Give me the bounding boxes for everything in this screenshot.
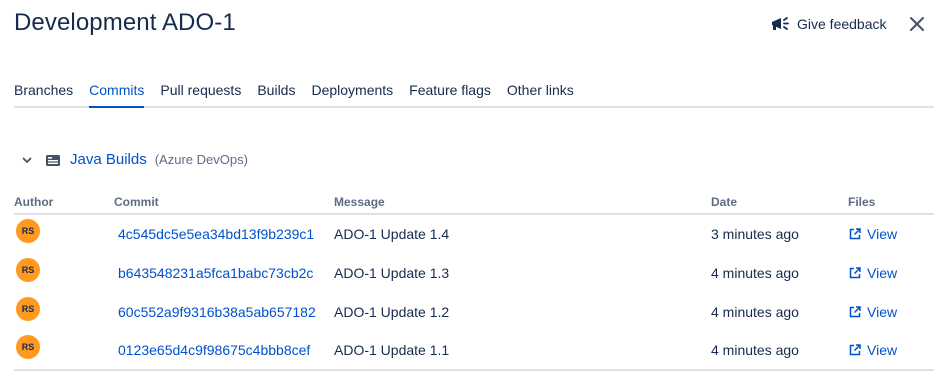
tab-commits[interactable]: Commits — [89, 82, 145, 108]
view-files-link[interactable]: View — [848, 265, 934, 281]
avatar[interactable]: RS — [16, 296, 40, 321]
commit-date: 4 minutes ago — [711, 303, 799, 320]
page-title: Development ADO-1 — [14, 9, 236, 36]
table-row: RS 4c545dc5e5ea34bd13f9b239c1 ADO-1 Upda… — [14, 214, 934, 253]
repository-name-link[interactable]: Java Builds — [70, 151, 147, 168]
give-feedback-label: Give feedback — [797, 16, 887, 32]
table-row: RS 60c552a9f9316b38a5ab657182 ADO-1 Upda… — [14, 292, 934, 331]
commit-hash-link[interactable]: 4c545dc5e5ea34bd13f9b239c1 — [114, 226, 328, 242]
external-link-icon — [849, 228, 861, 240]
commit-date: 4 minutes ago — [711, 264, 799, 281]
tab-deployments[interactable]: Deployments — [311, 82, 393, 106]
view-files-label: View — [867, 226, 898, 242]
column-header-message: Message — [334, 190, 711, 215]
avatar[interactable]: RS — [16, 335, 40, 359]
column-header-date: Date — [711, 190, 848, 215]
repository-host: (Azure DevOps) — [154, 152, 248, 167]
view-files-link[interactable]: View — [848, 304, 934, 320]
table-header-row: Author Commit Message Date Files — [14, 190, 934, 215]
tab-builds[interactable]: Builds — [257, 82, 295, 106]
repository-header: Java Builds (Azure DevOps) — [20, 151, 248, 168]
repository-icon — [44, 152, 62, 168]
commit-hash-link[interactable]: 0123e65d4c9f98675c4bbb8cef — [114, 342, 328, 358]
avatar[interactable]: RS — [16, 219, 40, 243]
commit-message: ADO-1 Update 1.3 — [334, 264, 450, 281]
table-row: RS b643548231a5fca1babc73cb2c ADO-1 Upda… — [14, 253, 934, 292]
column-header-commit: Commit — [114, 190, 334, 215]
column-header-author: Author — [14, 190, 114, 215]
view-files-link[interactable]: View — [848, 226, 934, 242]
tab-branches[interactable]: Branches — [14, 82, 73, 106]
avatar[interactable]: RS — [16, 257, 40, 282]
external-link-icon — [849, 266, 861, 278]
commit-hash-link[interactable]: 60c552a9f9316b38a5ab657182 — [114, 304, 328, 320]
tab-pull-requests[interactable]: Pull requests — [160, 82, 241, 106]
column-header-files: Files — [848, 190, 934, 215]
tab-other-links[interactable]: Other links — [507, 82, 574, 106]
commit-message: ADO-1 Update 1.1 — [334, 342, 450, 358]
view-files-label: View — [867, 303, 898, 320]
close-icon — [910, 17, 924, 31]
view-files-label: View — [867, 342, 898, 358]
external-link-icon — [849, 344, 861, 356]
chevron-down-icon[interactable] — [20, 153, 34, 167]
view-files-label: View — [867, 264, 898, 281]
table-row: RS 0123e65d4c9f98675c4bbb8cef ADO-1 Upda… — [14, 331, 934, 371]
commit-hash-link[interactable]: b643548231a5fca1babc73cb2c — [114, 265, 328, 281]
tab-bar: Branches Commits Pull requests Builds De… — [14, 82, 934, 108]
external-link-icon — [849, 305, 861, 317]
commit-message: ADO-1 Update 1.4 — [334, 226, 450, 242]
commit-message: ADO-1 Update 1.2 — [334, 303, 450, 320]
commit-date: 4 minutes ago — [711, 342, 799, 358]
give-feedback-button[interactable]: Give feedback — [769, 14, 887, 34]
tab-feature-flags[interactable]: Feature flags — [409, 82, 491, 106]
close-button[interactable] — [906, 13, 928, 35]
megaphone-icon — [769, 14, 791, 34]
commits-table: Author Commit Message Date Files RS 4c54… — [14, 190, 934, 371]
view-files-link[interactable]: View — [848, 342, 934, 358]
commit-date: 3 minutes ago — [711, 226, 799, 242]
